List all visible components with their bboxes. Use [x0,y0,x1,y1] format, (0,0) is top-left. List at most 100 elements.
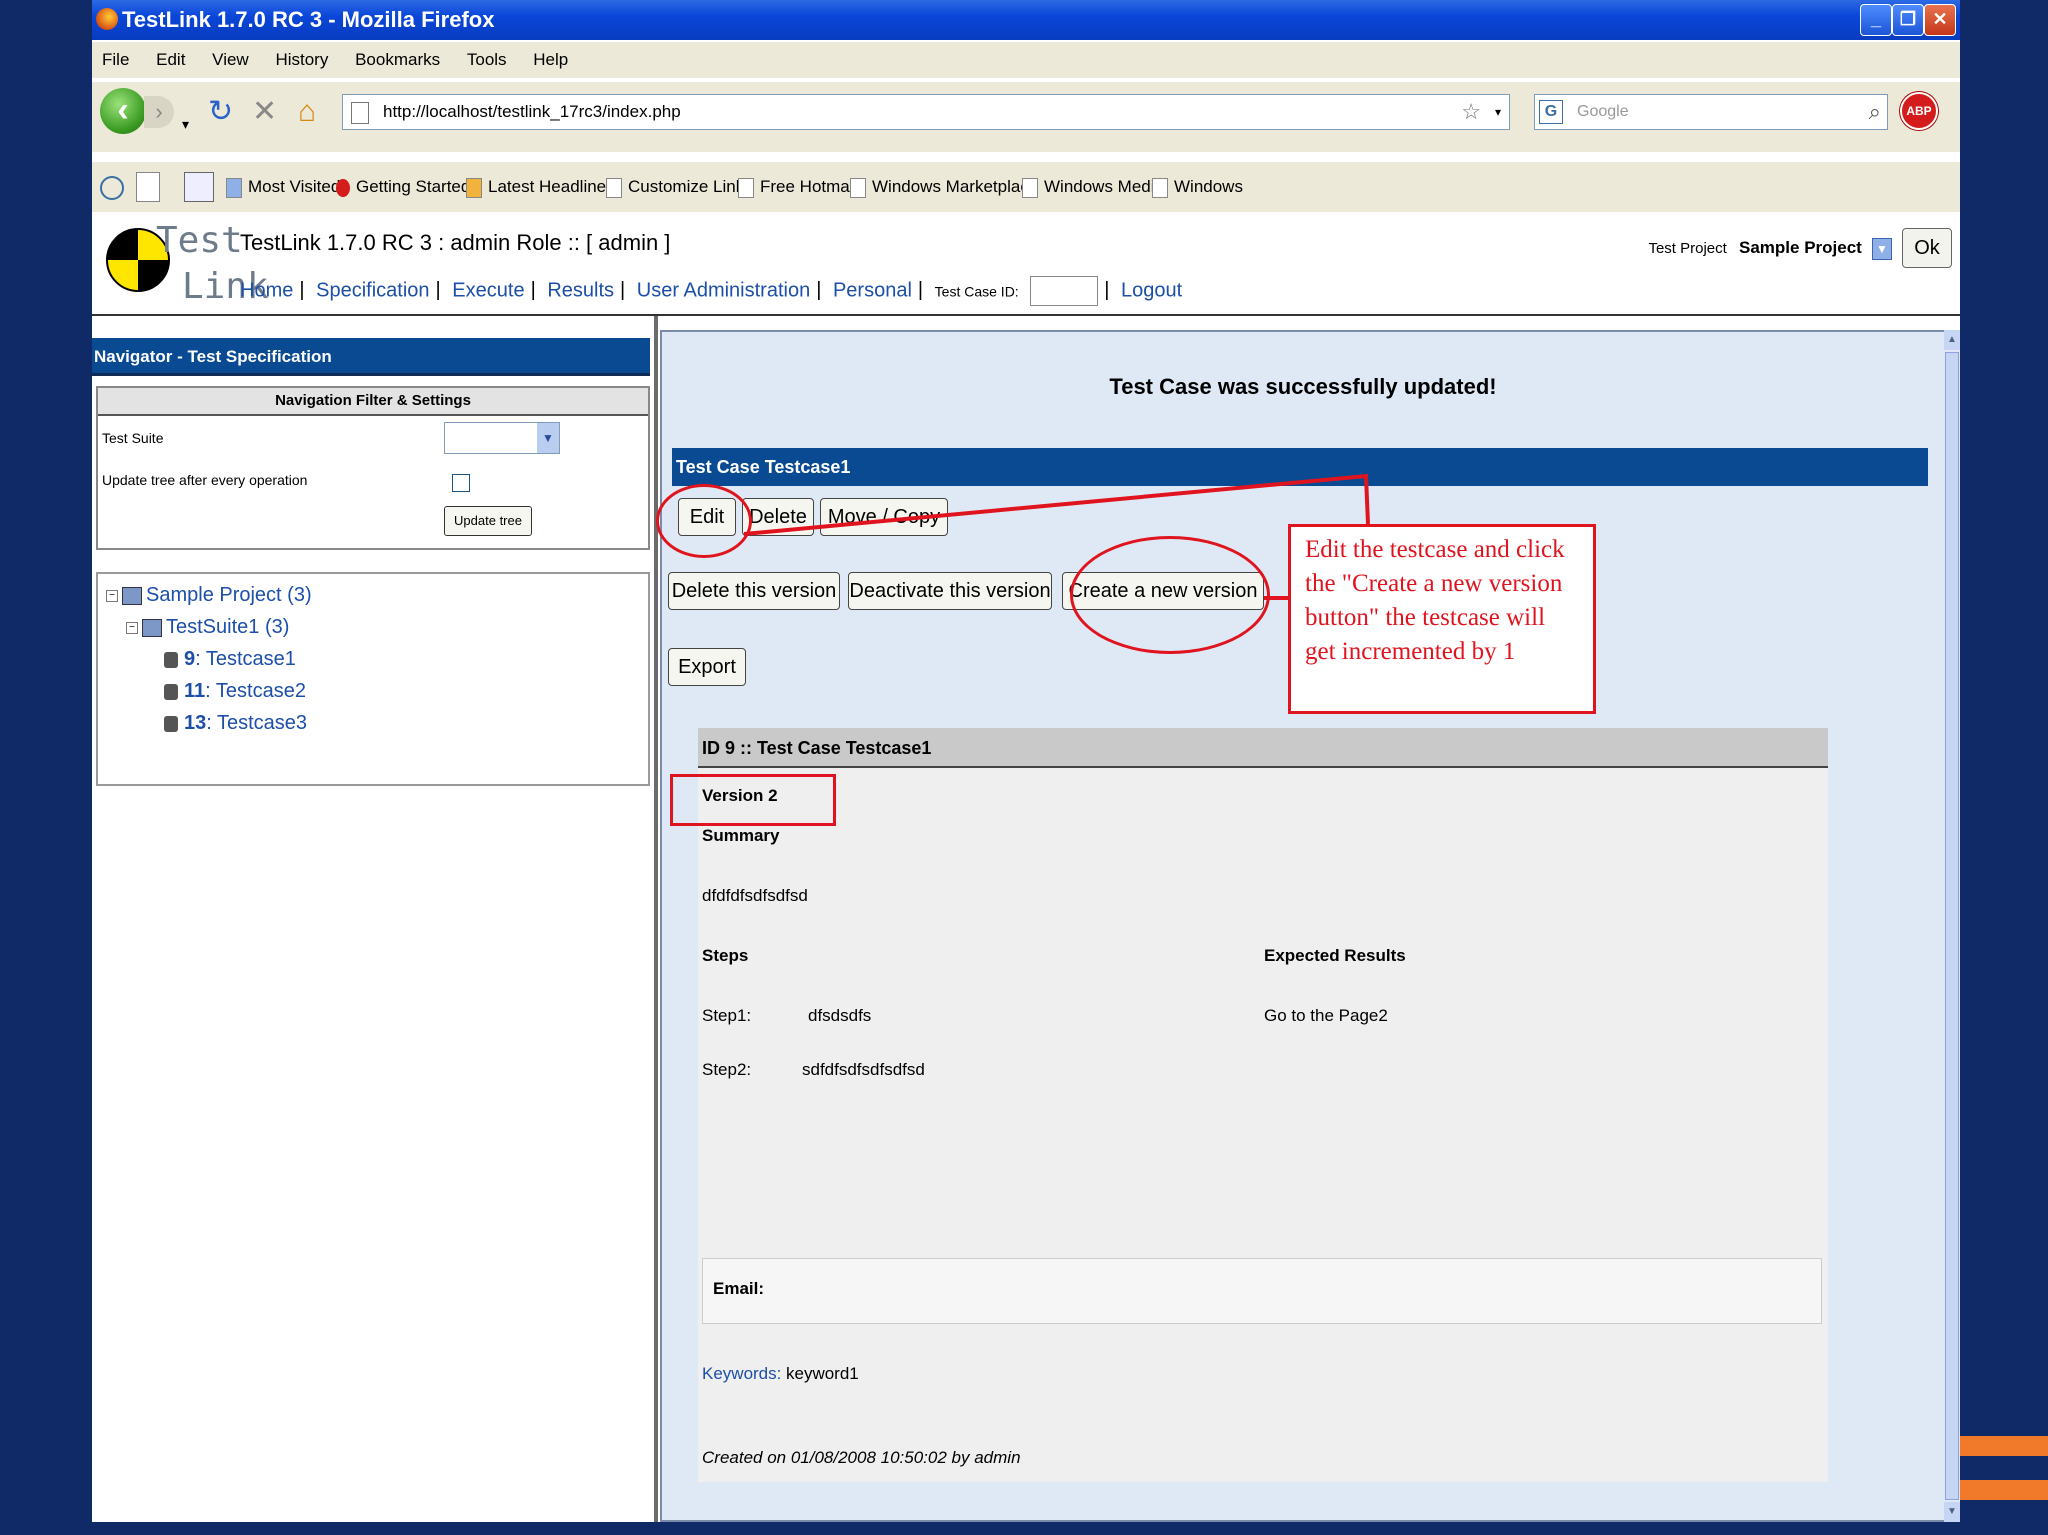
bookmark-windows-media[interactable]: Windows Media [1022,162,1164,212]
menu-bookmarks[interactable]: Bookmarks [355,50,440,69]
calendar-icon[interactable] [184,172,214,202]
url-bar[interactable]: http://localhost/testlink_17rc3/index.ph… [342,94,1510,130]
tree-testcase-node[interactable]: 11: Testcase2 [164,680,306,703]
email-section: Email: [702,1258,1822,1324]
project-value[interactable]: Sample Project [1739,238,1862,257]
tree-suite-node[interactable]: − TestSuite1 (3) [126,616,289,639]
nav-execute[interactable]: Execute [452,279,524,301]
menu-history[interactable]: History [275,50,328,69]
export-button[interactable]: Export [668,648,746,686]
chevron-down-icon[interactable]: ▼ [537,423,559,453]
decor-stripe [1960,1436,2048,1456]
ok-button[interactable]: Ok [1902,228,1952,268]
update-tree-checkbox[interactable] [452,474,470,492]
reload-icon[interactable]: ↻ [208,92,233,132]
test-suite-label: Test Suite [102,430,164,446]
project-selector: Test Project Sample Project ▼ [1648,238,1892,261]
minimize-button[interactable]: _ [1860,4,1892,36]
step1-text: dfsdsdfs [808,1006,872,1025]
bookmark-windows-marketplace[interactable]: Windows Marketplace [850,162,1038,212]
firefox-bookmark-icon [336,178,350,197]
menu-help[interactable]: Help [533,50,568,69]
firefox-icon [96,8,118,30]
step1-expected: Go to the Page2 [1264,1006,1388,1025]
menu-view[interactable]: View [212,50,249,69]
home-icon[interactable]: ⌂ [298,92,316,132]
annotation-callout: Edit the testcase and click the "Create … [1288,524,1596,714]
annotation-box-version [670,774,836,826]
menu-edit[interactable]: Edit [156,50,185,69]
menu-file[interactable]: File [102,50,129,69]
scroll-up-icon[interactable]: ▲ [1944,330,1960,350]
history-dropdown-icon[interactable]: ▾ [182,104,189,144]
browser-window: TestLink 1.7.0 RC 3 - Mozilla Firefox _ … [92,0,1960,1522]
deactivate-version-button[interactable]: Deactivate this version [848,572,1052,610]
search-icon[interactable]: ⌕ [1869,95,1881,129]
bookmark-most-visited[interactable]: Most Visited [226,162,340,212]
move-copy-button[interactable]: Move / Copy [820,498,948,536]
menu-tools[interactable]: Tools [467,50,507,69]
nav-user-administration[interactable]: User Administration [637,279,810,301]
title-bar: TestLink 1.7.0 RC 3 - Mozilla Firefox _ … [92,0,1960,40]
google-engine-icon[interactable]: G [1539,100,1563,124]
restore-button[interactable]: ❐ [1892,4,1924,36]
testcase-id-input[interactable] [1030,276,1099,306]
adblock-icon[interactable]: ABP [1900,92,1938,130]
page-title: TestLink 1.7.0 RC 3 : admin Role :: [ ad… [240,230,671,255]
project-label: Test Project [1648,240,1727,257]
zoom-icon[interactable] [100,176,124,200]
collapse-icon[interactable]: − [126,621,138,634]
navigation-filter: Navigation Filter & Settings Test Suite … [96,386,650,550]
delete-version-button[interactable]: Delete this version [668,572,840,610]
update-tree-button[interactable]: Update tree [444,506,532,536]
add-page-icon[interactable] [136,172,160,202]
bookmark-free-hotmail[interactable]: Free Hotmail [738,162,857,212]
filter-title: Navigation Filter & Settings [98,388,648,416]
url-dropdown-icon[interactable]: ▾ [1495,95,1501,129]
nav-logout[interactable]: Logout [1121,279,1182,301]
bookmark-latest-headlines[interactable]: Latest Headlines [466,162,615,212]
tree-testcase-node[interactable]: 13: Testcase3 [164,712,307,735]
menu-bar: File Edit View History Bookmarks Tools H… [92,42,1960,78]
test-suite-select[interactable]: ▼ [444,422,560,454]
test-tree: − Sample Project (3) − TestSuite1 (3) 9: T… [96,572,650,786]
bookmark-getting-started[interactable]: Getting Started [336,162,470,212]
annotation-circle-edit [656,484,752,558]
delete-button[interactable]: Delete [742,498,814,536]
created-info: Created on 01/08/2008 10:50:02 by admin [702,1448,1021,1467]
nav-home[interactable]: Home [240,279,293,301]
testcase-detail: ID 9 :: Test Case Testcase1 Version 2 Su… [698,728,1828,1482]
stop-icon[interactable]: ✕ [252,92,277,132]
scroll-down-icon[interactable]: ▼ [1944,1502,1960,1522]
tree-project-node[interactable]: − Sample Project (3) [106,584,312,607]
keywords-value: keyword1 [786,1364,859,1383]
folder-icon [142,618,162,637]
success-message: Test Case was successfully updated! [1109,374,1497,399]
chevron-down-icon[interactable]: ▼ [1872,238,1892,261]
collapse-icon[interactable]: − [106,589,118,602]
back-button[interactable]: ‹ [100,88,146,134]
page-icon [1152,177,1168,198]
bookmark-icon [226,177,242,198]
testcase-icon [164,651,178,668]
rss-icon [466,177,482,198]
annotation-circle-create-version [1070,536,1270,654]
nav-results[interactable]: Results [547,279,614,301]
forward-button[interactable]: › [144,96,174,128]
testcase-header: Test Case Testcase1 [672,448,1928,486]
nav-specification[interactable]: Specification [316,279,429,301]
scroll-thumb[interactable] [1945,352,1959,1500]
page-icon [738,177,754,198]
pane-splitter[interactable] [654,316,658,1522]
close-button[interactable]: ✕ [1924,4,1956,36]
vertical-scrollbar[interactable]: ▲ ▼ [1944,330,1960,1522]
testcase-icon [164,683,178,700]
bookmark-customize-links[interactable]: Customize Links [606,162,753,212]
nav-personal[interactable]: Personal [833,279,912,301]
page-icon [850,177,866,198]
bookmark-star-icon[interactable]: ☆ [1461,95,1481,129]
search-bar[interactable]: G Google ⌕ [1534,94,1888,130]
bookmark-windows[interactable]: Windows [1152,162,1243,212]
expected-results-label: Expected Results [1264,946,1406,965]
tree-testcase-node[interactable]: 9: Testcase1 [164,648,296,671]
